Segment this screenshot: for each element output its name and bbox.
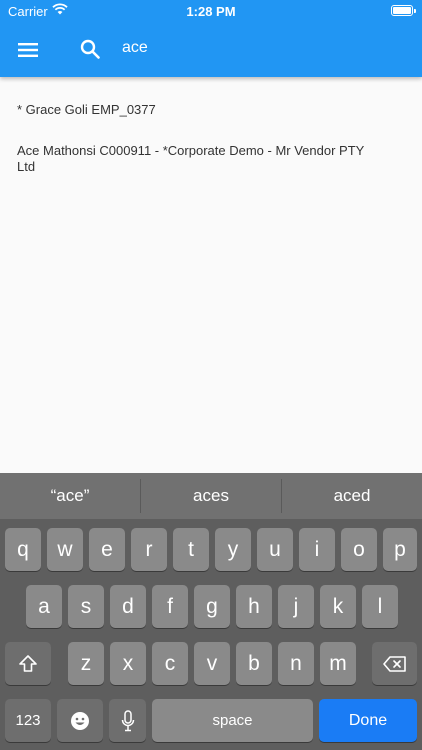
suggestion-2[interactable]: aces bbox=[141, 473, 281, 519]
key-z[interactable]: z bbox=[68, 642, 104, 685]
key-j[interactable]: j bbox=[278, 585, 314, 628]
key-i[interactable]: i bbox=[299, 528, 335, 571]
search-icon[interactable] bbox=[74, 33, 106, 65]
shift-icon bbox=[19, 654, 37, 672]
key-t[interactable]: t bbox=[173, 528, 209, 571]
list-item-text-continued: Ltd bbox=[17, 159, 36, 174]
key-l[interactable]: l bbox=[362, 585, 398, 628]
menu-icon bbox=[18, 43, 38, 57]
key-o[interactable]: o bbox=[341, 528, 377, 571]
backspace-key[interactable] bbox=[372, 642, 417, 685]
list-item[interactable]: * Grace Goli EMP_0377 bbox=[17, 102, 407, 118]
battery-icon bbox=[391, 5, 416, 16]
key-q[interactable]: q bbox=[5, 528, 41, 571]
emoji-icon bbox=[71, 711, 89, 730]
key-h[interactable]: h bbox=[236, 585, 272, 628]
microphone-icon bbox=[121, 709, 134, 731]
key-b[interactable]: b bbox=[236, 642, 272, 685]
list-item-text: * Grace Goli EMP_0377 bbox=[17, 102, 156, 117]
shift-key[interactable] bbox=[5, 642, 51, 685]
key-d[interactable]: d bbox=[110, 585, 146, 628]
backspace-icon bbox=[382, 655, 406, 672]
done-key[interactable]: Done bbox=[319, 699, 417, 742]
suggestion-bar: “ace” aces aced bbox=[0, 473, 422, 519]
suggestion-1[interactable]: “ace” bbox=[0, 473, 140, 519]
key-a[interactable]: a bbox=[26, 585, 62, 628]
microphone-key[interactable] bbox=[109, 699, 146, 742]
search-input[interactable] bbox=[122, 36, 402, 60]
key-f[interactable]: f bbox=[152, 585, 188, 628]
key-x[interactable]: x bbox=[110, 642, 146, 685]
suggestion-3[interactable]: aced bbox=[282, 473, 422, 519]
key-s[interactable]: s bbox=[68, 585, 104, 628]
menu-button[interactable] bbox=[10, 32, 46, 68]
key-m[interactable]: m bbox=[320, 642, 356, 685]
key-v[interactable]: v bbox=[194, 642, 230, 685]
key-w[interactable]: w bbox=[47, 528, 83, 571]
emoji-key[interactable] bbox=[57, 699, 103, 742]
app-bar: Carrier 1:28 PM bbox=[0, 0, 422, 77]
keyboard: “ace” aces aced q w e r t y u i o p a s … bbox=[0, 473, 422, 750]
list-item-text: Ace Mathonsi C000911 - *Corporate Demo -… bbox=[17, 143, 365, 158]
list-item[interactable]: Ace Mathonsi C000911 - *Corporate Demo -… bbox=[17, 143, 407, 175]
space-key[interactable]: space bbox=[152, 699, 313, 742]
key-g[interactable]: g bbox=[194, 585, 230, 628]
key-p[interactable]: p bbox=[383, 528, 417, 571]
key-u[interactable]: u bbox=[257, 528, 293, 571]
key-n[interactable]: n bbox=[278, 642, 314, 685]
numbers-key[interactable]: 123 bbox=[5, 699, 51, 742]
status-bar: Carrier 1:28 PM bbox=[0, 0, 422, 22]
status-time: 1:28 PM bbox=[186, 4, 236, 19]
key-k[interactable]: k bbox=[320, 585, 356, 628]
key-y[interactable]: y bbox=[215, 528, 251, 571]
key-r[interactable]: r bbox=[131, 528, 167, 571]
key-e[interactable]: e bbox=[89, 528, 125, 571]
key-c[interactable]: c bbox=[152, 642, 188, 685]
